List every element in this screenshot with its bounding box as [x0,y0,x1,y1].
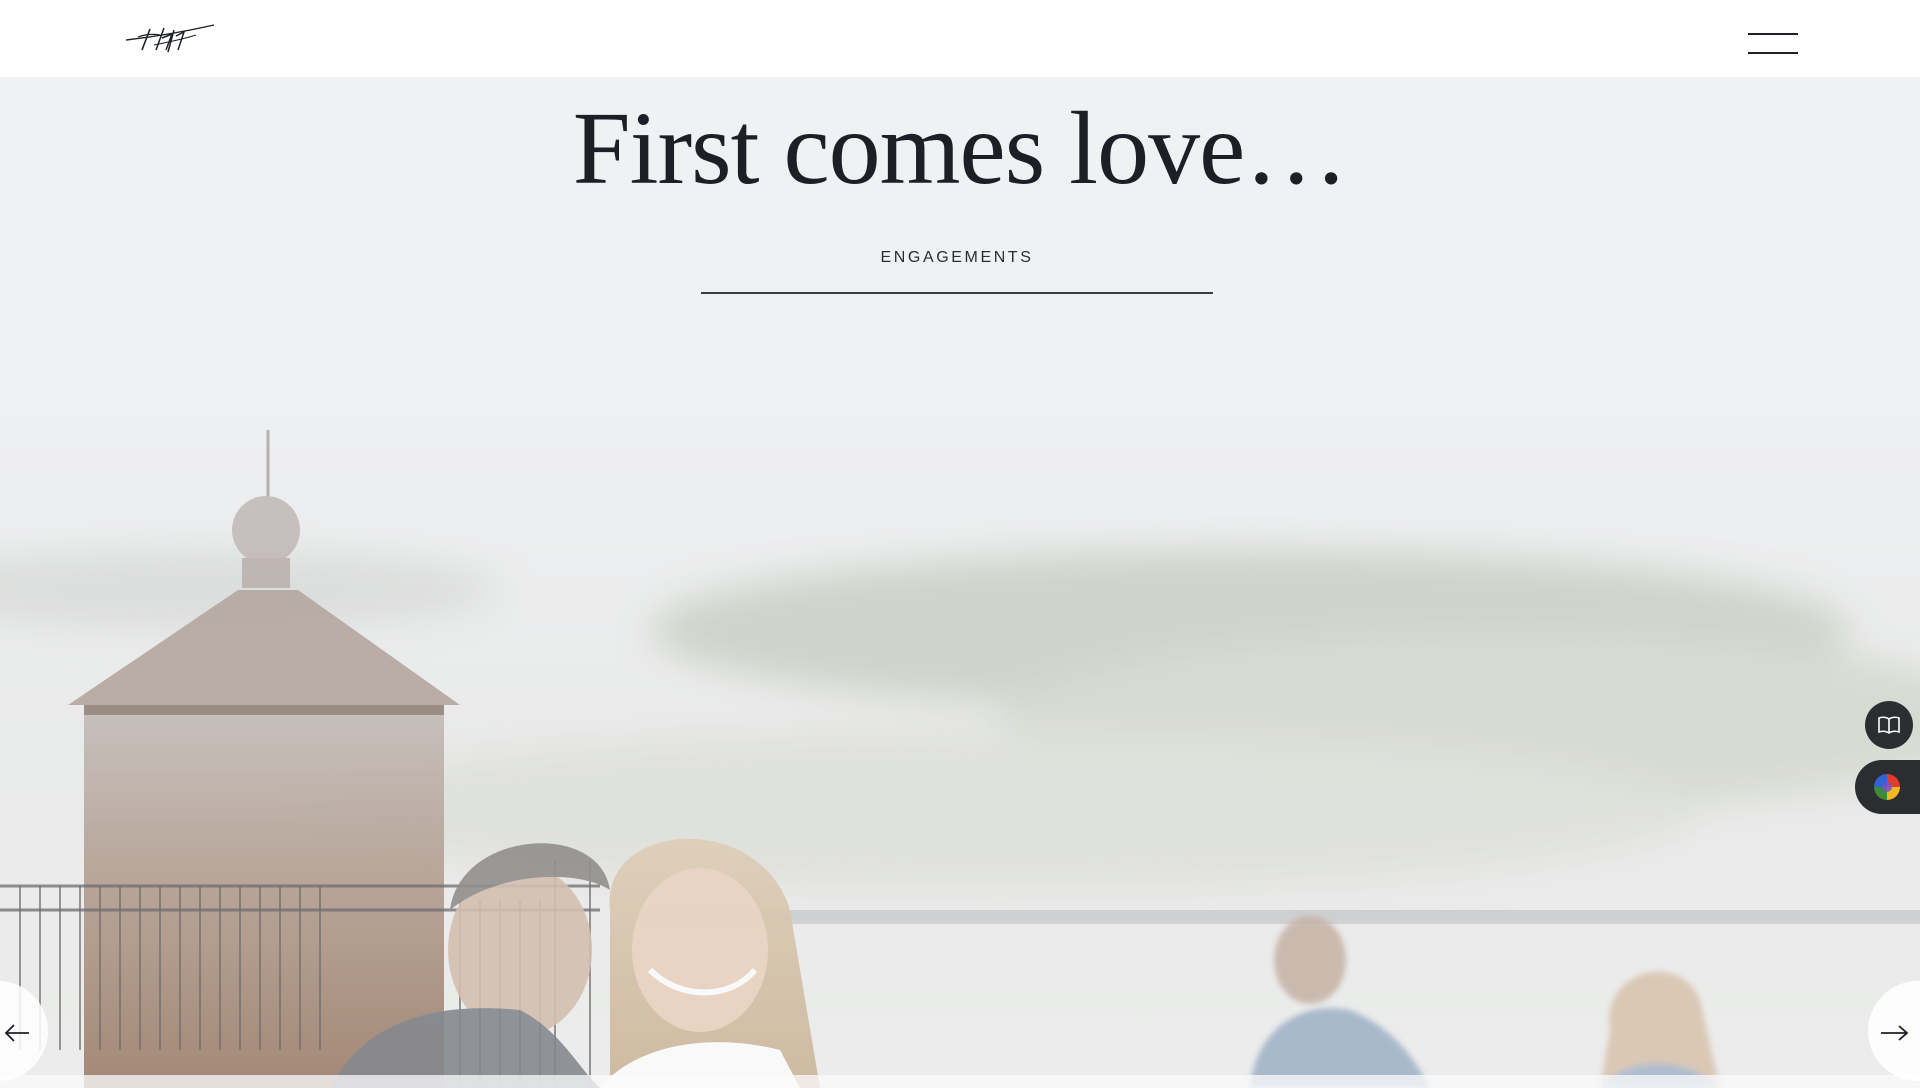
title-divider [701,292,1213,294]
book-button[interactable] [1865,701,1913,749]
signature-logo[interactable] [124,20,216,56]
signature-logo-icon [125,24,215,53]
couple-photo-illustration [0,390,1920,1088]
arrow-left-icon [4,1024,29,1042]
arrow-right-icon [1881,1025,1909,1041]
page-subtitle: ENGAGEMENTS [880,249,1034,266]
color-widget-tab[interactable] [1855,760,1920,814]
hamburger-menu-icon [1748,33,1798,35]
color-wheel-icon [1874,774,1900,800]
site-header [0,0,1920,77]
page-title: First comes love… [572,91,1348,206]
hero-slider-image [0,390,1920,1088]
menu-button[interactable] [1744,30,1800,58]
open-book-icon [1878,716,1900,734]
